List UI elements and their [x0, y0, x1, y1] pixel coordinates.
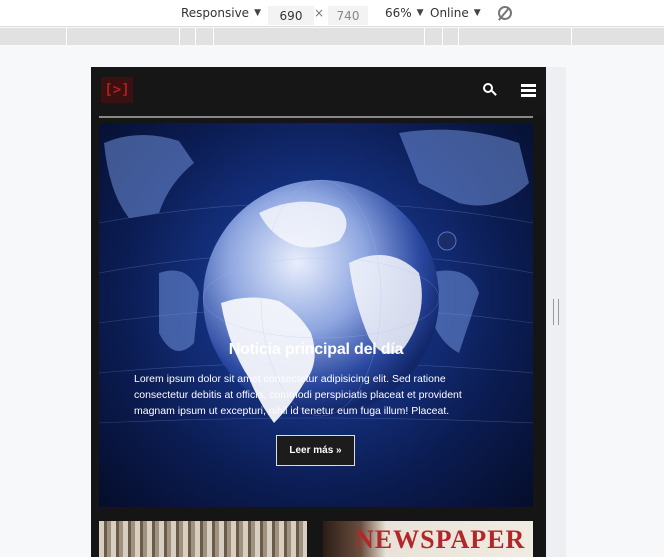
viewport-resize-handle[interactable]: [553, 299, 559, 325]
media-query-ruler[interactable]: [0, 28, 664, 45]
chevron-down-icon: ▼: [416, 8, 424, 18]
news-thumbnail[interactable]: NEWSPAPER: [323, 521, 533, 557]
hamburger-menu-icon[interactable]: [521, 84, 536, 97]
header-divider: [99, 116, 533, 118]
zoom-select[interactable]: 66% ▼: [385, 6, 424, 20]
ruler-marker: [424, 28, 425, 45]
network-throttle-select[interactable]: Online ▼: [430, 6, 481, 20]
news-thumbnail[interactable]: [99, 521, 307, 557]
device-select-label: Responsive: [181, 6, 250, 20]
ruler-marker: [458, 28, 459, 45]
ruler-marker: [179, 28, 180, 45]
read-more-button[interactable]: Leer más »: [276, 435, 355, 466]
zoom-select-label: 66%: [385, 6, 412, 20]
hero-banner: Noticia principal del día Lorem ipsum do…: [99, 123, 533, 507]
rotate-icon[interactable]: [498, 6, 512, 20]
ruler-marker: [442, 28, 443, 45]
viewport-width-input[interactable]: [268, 6, 314, 25]
devtools-device-toolbar: Responsive ▼ × 66% ▼ Online ▼: [0, 0, 664, 27]
dimension-separator: ×: [314, 6, 325, 20]
device-select[interactable]: Responsive ▼: [181, 6, 261, 20]
ruler-marker: [66, 28, 67, 45]
ruler-marker: [213, 28, 214, 45]
chevron-down-icon: ▼: [254, 8, 261, 18]
emulated-viewport: [>] Noticia principal del día Lorem ipsu…: [91, 67, 546, 557]
thumbnail-text: NEWSPAPER: [355, 525, 526, 554]
network-select-label: Online: [430, 6, 469, 20]
hero-description: Lorem ipsum dolor sit amet consectetur a…: [134, 373, 462, 417]
site-header: [>]: [91, 67, 546, 118]
search-icon[interactable]: [483, 83, 497, 97]
hero-title: Noticia principal del día: [228, 341, 404, 358]
site-logo[interactable]: [>]: [101, 77, 133, 103]
chevron-down-icon: ▼: [473, 8, 481, 18]
viewport-height-input[interactable]: [328, 6, 368, 25]
ruler-marker: [571, 28, 572, 45]
ruler-marker: [195, 28, 196, 45]
